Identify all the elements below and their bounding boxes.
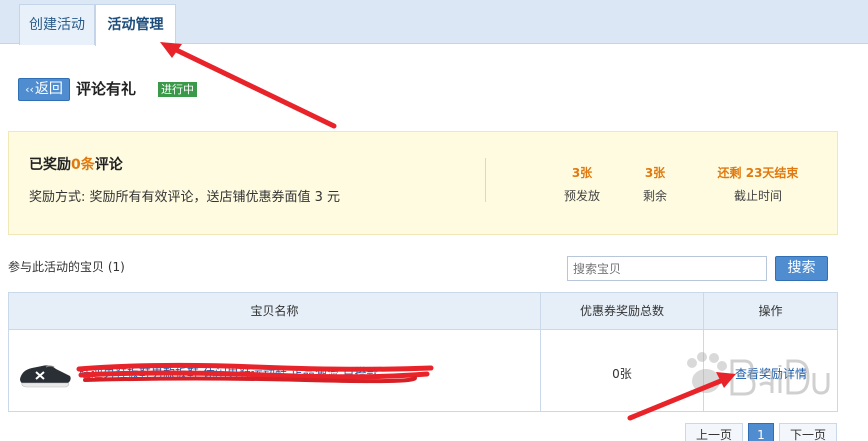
column-header-item-name: 宝贝名称 xyxy=(250,304,299,318)
page-title: 评论有礼 xyxy=(76,80,137,98)
table-header: 宝贝名称 优惠券奖励总数 操作 xyxy=(9,293,837,330)
stat-deadline-label: 截止时间 xyxy=(733,189,782,203)
stat-remaining: 3张 剩余 xyxy=(633,164,677,205)
back-button-label: 返回 xyxy=(34,81,63,97)
stat-remaining-label: 剩余 xyxy=(642,189,667,203)
redaction-scribble xyxy=(76,362,434,384)
product-thumbnail[interactable] xyxy=(18,355,72,391)
column-divider xyxy=(540,293,541,411)
item-list-caption: 参与此活动的宝贝 (1) xyxy=(8,260,125,274)
tab-create-activity[interactable]: 创建活动 xyxy=(19,4,95,45)
stat-deadline-value: 还剩 23天结束 xyxy=(717,166,799,180)
page: 创建活动 活动管理 ‹‹返回 评论有礼 进行中 已奖励0条评论 奖励方式: 奖励… xyxy=(0,0,868,441)
stat-pre-issued-value: 3张 xyxy=(571,166,593,180)
prev-page-button[interactable]: 上一页 xyxy=(685,423,743,441)
column-header-action: 操作 xyxy=(758,304,783,318)
summary-panel: 已奖励0条评论 奖励方式: 奖励所有有效评论，送店铺优惠券面值 3 元 3张 预… xyxy=(8,131,838,235)
double-chevron-left-icon: ‹‹ xyxy=(25,83,34,96)
stat-deadline: 还剩 23天结束 截止时间 xyxy=(703,164,813,205)
stat-remaining-value: 3张 xyxy=(644,166,666,180)
item-table: 宝贝名称 优惠券奖励总数 操作 旺迪男鞋板鞋男款板鞋 休闲男鞋运动鞋 正品潮流 … xyxy=(8,292,838,412)
rewarded-suffix: 评论 xyxy=(94,157,123,173)
reward-method: 奖励方式: 奖励所有有效评论，送店铺优惠券面值 3 元 xyxy=(29,190,341,205)
summary-divider xyxy=(485,158,486,202)
coupon-total-value: 0张 xyxy=(612,367,632,381)
search-button[interactable]: 搜索 xyxy=(775,256,828,281)
back-button[interactable]: ‹‹返回 xyxy=(18,78,70,101)
tab-bar: 创建活动 活动管理 xyxy=(0,0,868,46)
rewarded-count: 0条 xyxy=(71,157,95,173)
stat-pre-issued-label: 预发放 xyxy=(563,189,600,203)
stat-pre-issued: 3张 预发放 xyxy=(558,164,606,205)
column-header-coupon-total: 优惠券奖励总数 xyxy=(579,304,664,318)
column-divider xyxy=(703,293,704,411)
next-page-button[interactable]: 下一页 xyxy=(779,423,837,441)
search-input[interactable] xyxy=(567,256,767,281)
rewarded-prefix: 已奖励 xyxy=(29,157,71,173)
view-reward-details-link[interactable]: 查看奖励详情 xyxy=(709,365,833,382)
tab-activity-management[interactable]: 活动管理 xyxy=(95,4,176,46)
rewarded-summary: 已奖励0条评论 xyxy=(29,154,123,174)
page-number-button[interactable]: 1 xyxy=(748,423,774,441)
status-badge: 进行中 xyxy=(158,82,197,97)
